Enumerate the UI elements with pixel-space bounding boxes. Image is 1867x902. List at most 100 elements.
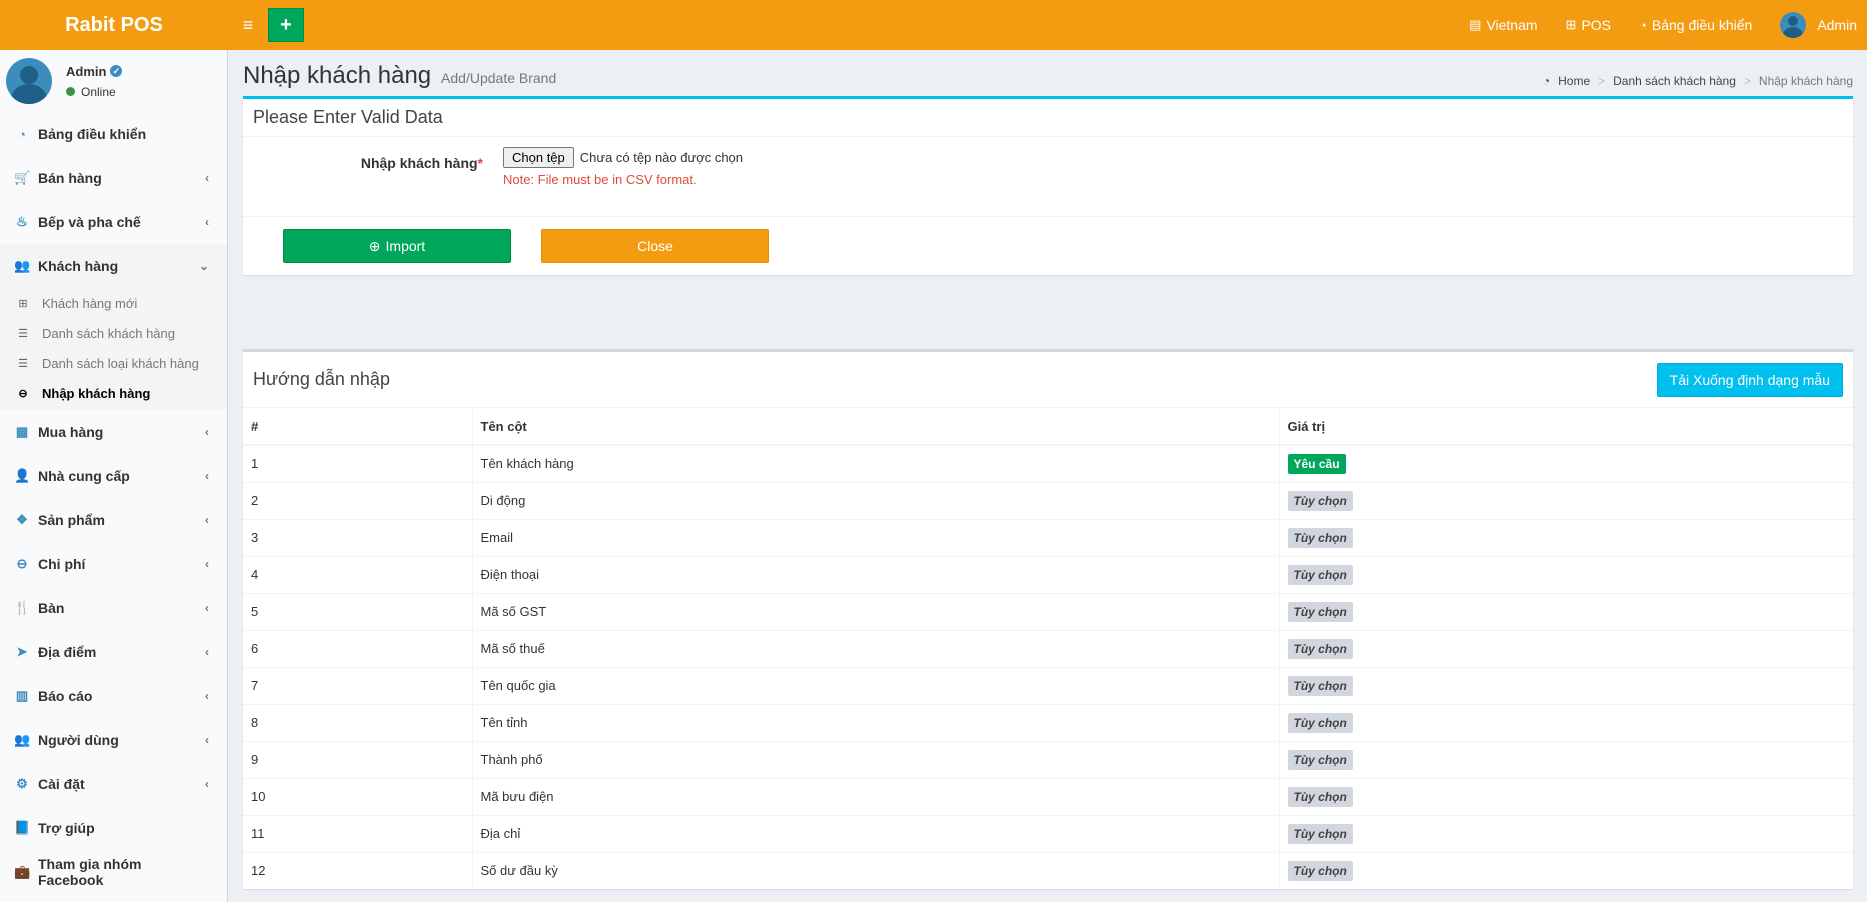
sidebar-item-tables[interactable]: 🍴 Bàn ‹ — [0, 586, 227, 630]
table-header-row: # Tên cột Giá trị — [243, 408, 1853, 446]
import-guide-box: Hướng dẫn nhập Tải Xuống định dạng mẫu #… — [243, 349, 1853, 889]
import-button[interactable]: ⊕ Import — [283, 229, 511, 263]
dashboard-icon: ◔ — [1639, 17, 1647, 33]
language-icon: ▤ — [1469, 17, 1482, 32]
sidebar-item-users[interactable]: 👥 Người dùng ‹ — [0, 718, 227, 762]
guide-heading: Hướng dẫn nhập — [253, 369, 390, 389]
row-number: 3 — [243, 518, 472, 556]
file-form-row: Nhập khách hàng* Chọn tệp Chưa có tệp nà… — [243, 137, 1853, 217]
required-mark: * — [477, 155, 483, 171]
close-button[interactable]: Close — [541, 229, 769, 263]
pos-link[interactable]: ⊞ POS — [1552, 0, 1625, 50]
sub-item-customer-type-list[interactable]: ☰ Danh sách loại khách hàng — [0, 348, 227, 378]
user-menu[interactable]: Admin — [1766, 0, 1867, 50]
list-icon: ☰ — [18, 357, 28, 370]
sidebar-item-settings[interactable]: ⚙ Cài đặt ‹ — [0, 762, 227, 806]
sidebar-item-locations[interactable]: ➤ Địa điểm ‹ — [0, 630, 227, 674]
sidebar-item-suppliers[interactable]: 👤 Nhà cung cấp ‹ — [0, 454, 227, 498]
chevron-left-icon: ‹ — [205, 215, 209, 229]
breadcrumb-customer-list[interactable]: Danh sách khách hàng — [1613, 74, 1736, 88]
sub-item-new-customer[interactable]: ⊞ Khách hàng mới — [0, 288, 227, 318]
row-number: 9 — [243, 740, 472, 778]
sidebar-item-kitchen[interactable]: ♨ Bếp và pha chế ‹ — [0, 200, 227, 244]
row-number: 7 — [243, 666, 472, 704]
row-number: 10 — [243, 777, 472, 815]
chevron-left-icon: ‹ — [205, 601, 209, 615]
table-row: 3 Email Tùy chọn — [243, 518, 1853, 556]
row-number: 8 — [243, 703, 472, 741]
sub-item-import-customer[interactable]: ⊖ Nhập khách hàng — [0, 378, 227, 408]
table-row: 6 Mã số thuế Tùy chọn — [243, 629, 1853, 667]
app-logo[interactable]: Rabit POS — [0, 0, 228, 50]
menu-toggle-icon[interactable]: ≡ — [228, 0, 268, 50]
sidebar-item-reports[interactable]: ▥ Báo cáo ‹ — [0, 674, 227, 718]
row-value-badge: Tùy chọn — [1287, 786, 1353, 807]
row-column-name: Tên khách hàng — [471, 444, 1279, 482]
paper-plane-icon: ➤ — [16, 644, 28, 659]
language-link[interactable]: ▤ Vietnam — [1455, 0, 1551, 50]
table-row: 9 Thành phố Tùy chọn — [243, 740, 1853, 778]
customers-submenu: ⊞ Khách hàng mới ☰ Danh sách khách hàng … — [0, 288, 227, 410]
row-column-name: Mã số thuế — [471, 629, 1279, 667]
row-value-badge: Tùy chọn — [1287, 490, 1353, 511]
table-row: 1 Tên khách hàng Yêu cầu — [243, 444, 1853, 482]
row-value-badge: Tùy chọn — [1287, 601, 1353, 622]
list-icon: ☰ — [18, 327, 28, 340]
sidebar-item-dashboard[interactable]: ◔ Bảng điều khiển — [0, 112, 227, 156]
online-dot-icon — [66, 87, 75, 96]
sidebar-item-expenses[interactable]: ⊖ Chi phí ‹ — [0, 542, 227, 586]
import-form-box: Please Enter Valid Data Nhập khách hàng*… — [243, 96, 1853, 275]
file-status: Chưa có tệp nào được chọn — [579, 150, 744, 165]
table-row: 7 Tên quốc gia Tùy chọn — [243, 666, 1853, 704]
row-value-badge: Tùy chọn — [1287, 564, 1353, 585]
sidebar-item-sales[interactable]: 🛒 Bán hàng ‹ — [0, 156, 227, 200]
row-column-name: Email — [471, 518, 1279, 556]
minus-circle-icon: ⊖ — [16, 556, 28, 571]
quick-add-button[interactable]: + — [268, 8, 304, 42]
chevron-left-icon: ‹ — [205, 777, 209, 791]
choose-file-button[interactable]: Chọn tệp — [503, 147, 574, 168]
main-content: Nhập khách hàng Add/Update Brand ◔ Home … — [229, 50, 1867, 902]
sidebar-item-purchases[interactable]: ▦ Mua hàng ‹ — [0, 410, 227, 454]
sidebar-item-products[interactable]: ❖ Sản phẩm ‹ — [0, 498, 227, 542]
row-number: 12 — [243, 851, 472, 889]
dashboard-label: Bảng điều khiển — [1651, 17, 1753, 33]
users-icon: 👥 — [14, 732, 31, 747]
user-panel: Admin ✓ Online — [0, 50, 227, 112]
verified-icon: ✓ — [110, 65, 123, 77]
sidebar-user-name: Admin — [66, 63, 107, 79]
kitchen-icon: ♨ — [16, 214, 28, 229]
row-number: 6 — [243, 629, 472, 667]
chevron-left-icon: ‹ — [205, 689, 209, 703]
row-value-badge: Tùy chọn — [1287, 527, 1353, 548]
row-number: 5 — [243, 592, 472, 630]
sidebar-item-facebook-group[interactable]: 💼 Tham gia nhóm Facebook — [0, 850, 227, 894]
sidebar-item-help[interactable]: 📘 Trợ giúp — [0, 806, 227, 850]
column-header: Tên cột — [471, 408, 1279, 446]
dashboard-link[interactable]: ◔ Bảng điều khiển — [1625, 0, 1766, 50]
cubes-icon: ❖ — [16, 512, 28, 527]
chevron-left-icon: ‹ — [205, 425, 209, 439]
csv-note: Note: File must be in CSV format. — [503, 172, 697, 187]
dashboard-icon: ◔ — [18, 126, 26, 142]
row-value-badge: Tùy chọn — [1287, 638, 1353, 659]
row-number: 11 — [243, 814, 472, 852]
content-header: Nhập khách hàng Add/Update Brand ◔ Home … — [243, 50, 1853, 96]
plus-square-icon: ⊞ — [18, 297, 28, 310]
row-value-badge: Tùy chọn — [1287, 860, 1353, 881]
book-icon: 📘 — [14, 820, 31, 835]
download-template-button[interactable]: Tải Xuống định dạng mẫu — [1656, 362, 1843, 397]
row-number: 4 — [243, 555, 472, 593]
row-value-badge: Tùy chọn — [1287, 675, 1353, 696]
sidebar-item-customers[interactable]: 👥 Khách hàng ⌄ — [0, 244, 227, 288]
chevron-left-icon: ‹ — [205, 469, 209, 483]
page-subtitle: Add/Update Brand — [441, 70, 557, 86]
sidebar-avatar — [6, 58, 52, 104]
row-value-badge: Tùy chọn — [1287, 712, 1353, 733]
breadcrumb-home[interactable]: Home — [1558, 74, 1590, 88]
sub-item-customer-list[interactable]: ☰ Danh sách khách hàng — [0, 318, 227, 348]
row-value-badge: Tùy chọn — [1287, 749, 1353, 770]
grid-icon: ▦ — [15, 424, 29, 439]
row-value-badge: Tùy chọn — [1287, 823, 1353, 844]
table-row: 8 Tên tỉnh Tùy chọn — [243, 703, 1853, 741]
